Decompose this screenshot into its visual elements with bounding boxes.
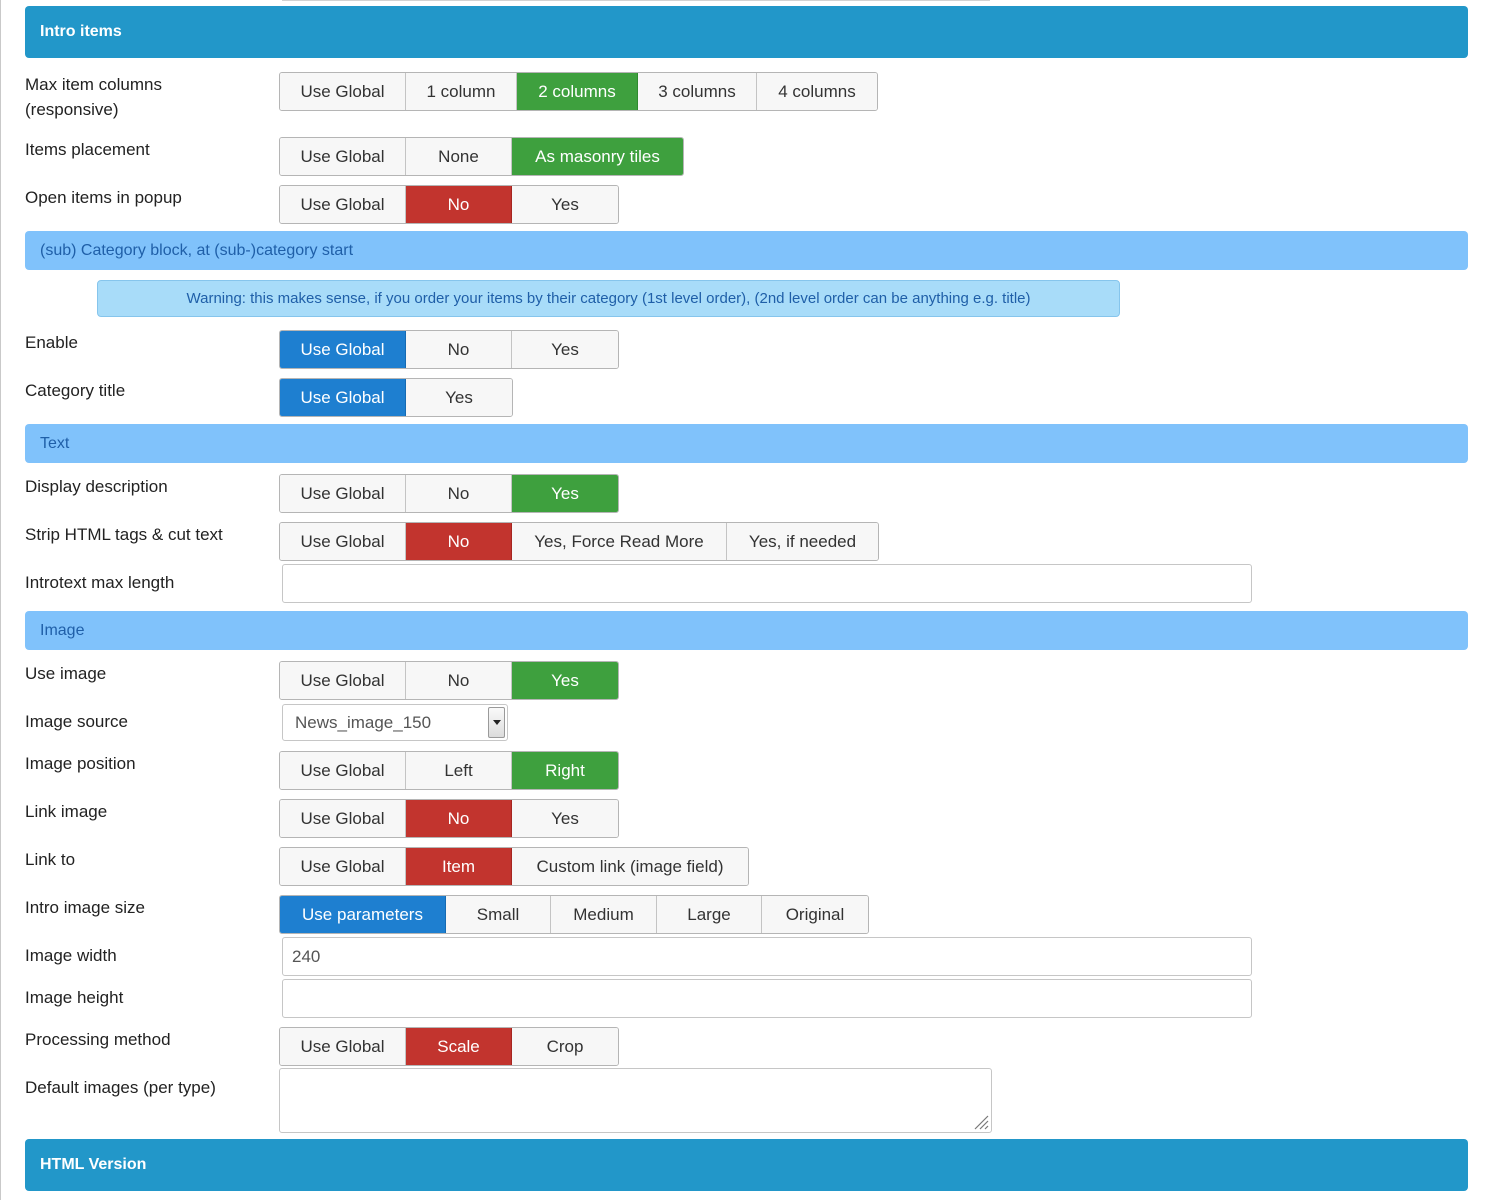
strip-html-force-read-more-button[interactable]: Yes, Force Read More [512, 523, 727, 560]
max-columns-4-button[interactable]: 4 columns [757, 73, 877, 110]
use-image-yes-button[interactable]: Yes [512, 662, 618, 699]
strip-html-no-button[interactable]: No [406, 523, 512, 560]
category-title-yes-button[interactable]: Yes [406, 379, 512, 416]
max-columns-use-global-button[interactable]: Use Global [280, 73, 406, 110]
section-header-intro-items: Intro items [25, 6, 1468, 58]
label-default-images: Default images (per type) [25, 1078, 216, 1097]
strip-html-if-needed-button[interactable]: Yes, if needed [727, 523, 878, 560]
processing-method-crop-button[interactable]: Crop [512, 1028, 618, 1065]
items-placement-use-global-button[interactable]: Use Global [280, 138, 406, 175]
link-image-button-group: Use Global No Yes [279, 799, 619, 838]
label-category-title: Category title [25, 381, 126, 400]
resize-grip-icon[interactable] [971, 1112, 989, 1130]
link-image-yes-button[interactable]: Yes [512, 800, 618, 837]
use-image-button-group: Use Global No Yes [279, 661, 619, 700]
section-header-image: Image [25, 611, 1468, 650]
section-header-category-block: (sub) Category block, at (sub-)category … [25, 231, 1468, 270]
image-height-input[interactable] [282, 979, 1252, 1018]
intro-image-size-button-group: Use parameters Small Medium Large Origin… [279, 895, 869, 934]
open-popup-button-group: Use Global No Yes [279, 185, 619, 224]
intro-image-size-use-parameters-button[interactable]: Use parameters [280, 896, 446, 933]
introtext-max-length-input[interactable] [282, 564, 1252, 603]
max-columns-button-group: Use Global 1 column 2 columns 3 columns … [279, 72, 878, 111]
display-description-no-button[interactable]: No [406, 475, 512, 512]
items-placement-button-group: Use Global None As masonry tiles [279, 137, 684, 176]
intro-image-size-small-button[interactable]: Small [446, 896, 551, 933]
label-image-position: Image position [25, 754, 136, 773]
image-position-button-group: Use Global Left Right [279, 751, 619, 790]
strip-html-use-global-button[interactable]: Use Global [280, 523, 406, 560]
max-columns-3-button[interactable]: 3 columns [638, 73, 757, 110]
label-enable: Enable [25, 333, 78, 352]
image-source-value: News_image_150 [295, 712, 432, 732]
enable-use-global-button[interactable]: Use Global [280, 331, 406, 368]
label-open-items-popup: Open items in popup [25, 188, 182, 207]
category-title-button-group: Use Global Yes [279, 378, 513, 417]
dropdown-caret-icon[interactable] [488, 707, 505, 738]
processing-method-use-global-button[interactable]: Use Global [280, 1028, 406, 1065]
section-title: (sub) Category block, at (sub-)category … [40, 241, 354, 259]
link-to-custom-link-button[interactable]: Custom link (image field) [512, 848, 748, 885]
intro-image-size-original-button[interactable]: Original [762, 896, 868, 933]
warning-text: Warning: this makes sense, if you order … [186, 290, 1031, 307]
label-processing-method: Processing method [25, 1030, 171, 1049]
display-description-button-group: Use Global No Yes [279, 474, 619, 513]
image-position-use-global-button[interactable]: Use Global [280, 752, 406, 789]
section-title: Intro items [40, 23, 122, 40]
label-max-item-columns: Max item columns (responsive) [25, 75, 162, 119]
use-image-no-button[interactable]: No [406, 662, 512, 699]
enable-button-group: Use Global No Yes [279, 330, 619, 369]
label-intro-image-size: Intro image size [25, 898, 145, 917]
display-description-use-global-button[interactable]: Use Global [280, 475, 406, 512]
label-link-image: Link image [25, 802, 108, 821]
link-image-no-button[interactable]: No [406, 800, 512, 837]
items-placement-none-button[interactable]: None [406, 138, 512, 175]
use-image-use-global-button[interactable]: Use Global [280, 662, 406, 699]
items-placement-masonry-button[interactable]: As masonry tiles [512, 138, 683, 175]
label-image-source: Image source [25, 712, 128, 731]
default-images-textarea[interactable] [279, 1068, 992, 1133]
image-width-input[interactable]: 240 [282, 937, 1252, 976]
link-to-button-group: Use Global Item Custom link (image field… [279, 847, 749, 886]
section-title: Image [40, 621, 85, 639]
label-use-image: Use image [25, 664, 107, 683]
open-popup-use-global-button[interactable]: Use Global [280, 186, 406, 223]
max-columns-1-button[interactable]: 1 column [406, 73, 517, 110]
section-header-html-version: HTML Version [25, 1139, 1468, 1191]
section-header-text: Text [25, 424, 1468, 463]
frame-left-border [0, 0, 1, 1200]
enable-yes-button[interactable]: Yes [512, 331, 618, 368]
display-description-yes-button[interactable]: Yes [512, 475, 618, 512]
link-to-item-button[interactable]: Item [406, 848, 512, 885]
processing-method-button-group: Use Global Scale Crop [279, 1027, 619, 1066]
label-introtext-max-length: Introtext max length [25, 573, 175, 592]
label-strip-html: Strip HTML tags & cut text [25, 525, 223, 544]
open-popup-yes-button[interactable]: Yes [512, 186, 618, 223]
label-display-description: Display description [25, 477, 168, 496]
warning-alert: Warning: this makes sense, if you order … [97, 280, 1120, 317]
label-image-height: Image height [25, 988, 124, 1007]
open-popup-no-button[interactable]: No [406, 186, 512, 223]
link-image-use-global-button[interactable]: Use Global [280, 800, 406, 837]
image-source-select[interactable]: News_image_150 [282, 704, 508, 741]
category-title-use-global-button[interactable]: Use Global [280, 379, 406, 416]
label-image-width: Image width [25, 946, 117, 965]
label-items-placement: Items placement [25, 140, 150, 159]
processing-method-scale-button[interactable]: Scale [406, 1028, 512, 1065]
image-position-left-button[interactable]: Left [406, 752, 512, 789]
link-to-use-global-button[interactable]: Use Global [280, 848, 406, 885]
section-title: Text [40, 434, 70, 452]
section-title: HTML Version [40, 1156, 147, 1173]
max-columns-2-button[interactable]: 2 columns [517, 73, 638, 110]
previous-field-edge [282, 0, 990, 1]
intro-image-size-large-button[interactable]: Large [657, 896, 762, 933]
strip-html-button-group: Use Global No Yes, Force Read More Yes, … [279, 522, 879, 561]
image-position-right-button[interactable]: Right [512, 752, 618, 789]
enable-no-button[interactable]: No [406, 331, 512, 368]
intro-image-size-medium-button[interactable]: Medium [551, 896, 657, 933]
label-link-to: Link to [25, 850, 76, 869]
